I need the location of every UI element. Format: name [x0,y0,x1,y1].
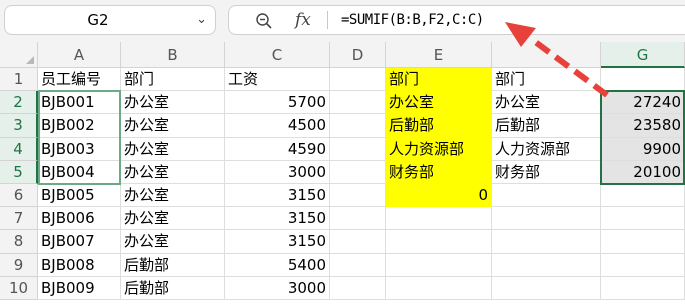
cell-b6[interactable]: 办公室 [121,184,225,208]
cell-d9[interactable] [330,253,386,277]
cell-a8[interactable]: BJB007 [38,230,121,254]
cell-e8[interactable] [386,230,492,254]
cell-d3[interactable] [330,114,386,138]
cell-f6[interactable] [492,184,601,208]
row-header-9[interactable]: 9 [0,253,38,277]
cell-c7[interactable]: 3150 [225,207,330,231]
cell-f1[interactable]: 部门 [492,68,601,92]
select-all-icon [26,56,34,64]
cell-e4[interactable]: 人力资源部 [386,137,492,161]
cell-c2[interactable]: 5700 [225,91,330,115]
column-header-a[interactable]: A [38,42,121,68]
cell-g8[interactable] [601,230,685,254]
cell-a5[interactable]: BJB004 [38,160,121,184]
column-header-d[interactable]: D [330,42,386,68]
cell-b9[interactable]: 后勤部 [121,253,225,277]
cell-b8[interactable]: 办公室 [121,230,225,254]
cell-e5[interactable]: 财务部 [386,160,492,184]
formula-text[interactable]: =SUMIF(B:B,F2,C:C) [341,6,484,34]
cell-g6[interactable] [601,184,685,208]
cell-a6[interactable]: BJB005 [38,184,121,208]
cell-g3[interactable]: 23580 [601,114,685,138]
cell-d4[interactable] [330,137,386,161]
cell-d7[interactable] [330,207,386,231]
cell-e7[interactable] [386,207,492,231]
cell-d8[interactable] [330,230,386,254]
row-header-2[interactable]: 2 [0,91,38,115]
cell-a9[interactable]: BJB008 [38,253,121,277]
row-header-5[interactable]: 5 [0,160,38,184]
row-header-1[interactable]: 1 [0,68,38,92]
formula-separator [327,11,328,29]
cell-d2[interactable] [330,91,386,115]
column-header-g[interactable]: G [601,42,685,68]
name-box[interactable]: G2 ⌄ [4,5,216,35]
cell-b1[interactable]: 部门 [121,68,225,92]
row-header-6[interactable]: 6 [0,184,38,208]
cell-f8[interactable] [492,230,601,254]
row-header-8[interactable]: 8 [0,230,38,254]
cell-b2[interactable]: 办公室 [121,91,225,115]
cell-f9[interactable] [492,253,601,277]
cell-a4[interactable]: BJB003 [38,137,121,161]
cell-a10[interactable]: BJB009 [38,276,121,300]
fx-icon[interactable]: fx [295,6,311,34]
cell-e1[interactable]: 部门 [386,68,492,92]
select-all-corner[interactable] [0,42,38,68]
cell-b7[interactable]: 办公室 [121,207,225,231]
cell-a2[interactable]: BJB001 [38,91,121,115]
cell-g10[interactable] [601,276,685,300]
cell-f3[interactable]: 后勤部 [492,114,601,138]
cell-f2[interactable]: 办公室 [492,91,601,115]
cell-a3[interactable]: BJB002 [38,114,121,138]
cell-f4[interactable]: 人力资源部 [492,137,601,161]
column-header-f[interactable] [492,42,601,68]
cell-e10[interactable] [386,276,492,300]
cell-c8[interactable]: 3150 [225,230,330,254]
formula-input-area[interactable]: fx =SUMIF(B:B,F2,C:C) [228,5,685,35]
cell-g1[interactable] [601,68,685,92]
row-header-10[interactable]: 10 [0,276,38,300]
formula-bar: G2 ⌄ fx =SUMIF(B:B,F2,C:C) [0,0,685,42]
cell-g9[interactable] [601,253,685,277]
cell-f10[interactable] [492,276,601,300]
cell-b5[interactable]: 办公室 [121,160,225,184]
cell-c6[interactable]: 3150 [225,184,330,208]
cell-f7[interactable] [492,207,601,231]
cell-e6[interactable]: 0 [386,184,492,208]
cell-b4[interactable]: 办公室 [121,137,225,161]
chevron-down-icon[interactable]: ⌄ [196,6,207,34]
cell-b3[interactable]: 办公室 [121,114,225,138]
cell-c5[interactable]: 3000 [225,160,330,184]
cell-a7[interactable]: BJB006 [38,207,121,231]
cell-g5[interactable]: 20100 [601,160,685,184]
cell-c10[interactable]: 3000 [225,276,330,300]
row-header-4[interactable]: 4 [0,137,38,161]
cell-b10[interactable]: 后勤部 [121,276,225,300]
cell-f5[interactable]: 财务部 [492,160,601,184]
row-header-7[interactable]: 7 [0,207,38,231]
cell-e2[interactable]: 办公室 [386,91,492,115]
cell-c1[interactable]: 工资 [225,68,330,92]
cell-d1[interactable] [330,68,386,92]
cell-g4[interactable]: 9900 [601,137,685,161]
cell-c4[interactable]: 4590 [225,137,330,161]
cell-g7[interactable] [601,207,685,231]
name-box-value: G2 [87,11,109,29]
column-header-c[interactable]: C [225,42,330,68]
column-header-b[interactable]: B [121,42,225,68]
cell-a1[interactable]: 员工编号 [38,68,121,92]
cell-c3[interactable]: 4500 [225,114,330,138]
cell-e3[interactable]: 后勤部 [386,114,492,138]
cell-d6[interactable] [330,184,386,208]
cell-c9[interactable]: 5400 [225,253,330,277]
cell-g2[interactable]: 27240 [601,91,685,115]
row-header-3[interactable]: 3 [0,114,38,138]
cell-d10[interactable] [330,276,386,300]
cell-d5[interactable] [330,160,386,184]
column-header-e[interactable]: E [386,42,492,68]
zoom-icon[interactable] [255,12,273,30]
cell-e9[interactable] [386,253,492,277]
